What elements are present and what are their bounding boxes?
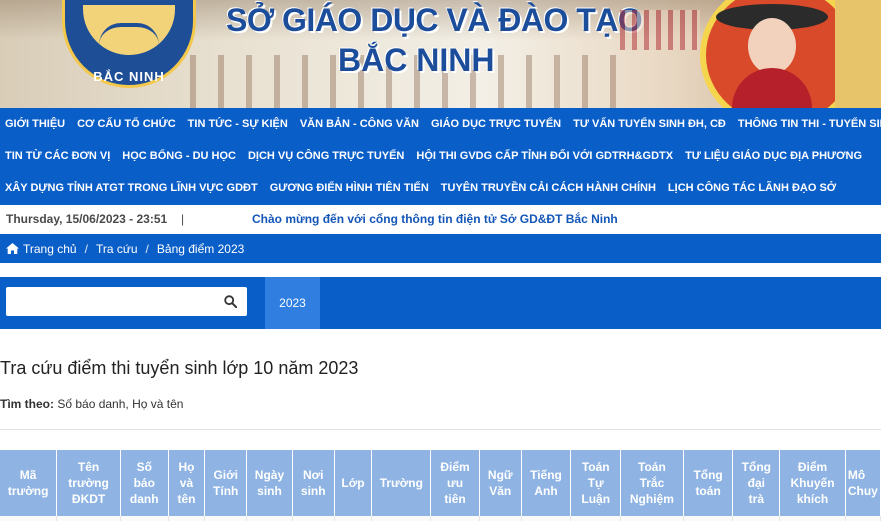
col-header-gioi-tinh[interactable]: Giới Tính xyxy=(204,450,248,516)
table-row xyxy=(0,516,881,521)
banner-photo xyxy=(620,0,881,108)
col-header-diem-khuyen-khich[interactable]: Điểm Khuyến khích xyxy=(779,450,846,516)
nav-item-tuyen-truyen-cchc[interactable]: TUYÊN TRUYỀN CẢI CÁCH HÀNH CHÍNH xyxy=(436,182,663,194)
col-header-truong[interactable]: Trường xyxy=(371,450,432,516)
table-header-row: Mã trường Tên trường ĐKDT Số báo danh Họ và tên… xyxy=(0,450,881,516)
col-header-ten-truong[interactable]: Tên trường ĐKDT xyxy=(56,450,121,516)
search-input[interactable] xyxy=(6,287,216,316)
nav-item-lich-cong-tac[interactable]: LỊCH CÔNG TÁC LÃNH ĐẠO SỞ xyxy=(663,182,843,194)
search-by-value: Số báo danh, Họ và tên xyxy=(54,397,184,411)
search-bar: 2023 xyxy=(0,277,881,329)
nav-row-3: XÂY DỰNG TỈNH ATGT TRONG LĨNH VỰC GDĐT G… xyxy=(0,172,843,204)
breadcrumb-current: Bảng điểm 2023 xyxy=(156,241,245,256)
site-banner: BẮC NINH SỞ GIÁO DỤC VÀ ĐÀO TẠO BẮC NINH xyxy=(0,0,881,108)
nav-item-hoi-thi-gvdg[interactable]: HỘI THI GVDG CẤP TỈNH ĐỐI VỚI GDTRH&GDTX xyxy=(411,150,680,162)
ticker-separator: | xyxy=(181,212,185,226)
tab-year-2023[interactable]: 2023 xyxy=(265,277,320,329)
nav-row-1: GIỚI THIỆU CƠ CẤU TỔ CHỨC TIN TỨC - SỰ K… xyxy=(0,108,881,140)
nav-item-tin-tuc-su-kien[interactable]: TIN TỨC - SỰ KIỆN xyxy=(183,118,295,130)
nav-item-giao-duc-truc-tuyen[interactable]: GIÁO DỤC TRỰC TUYẾN xyxy=(426,118,568,130)
col-header-lop[interactable]: Lớp xyxy=(334,450,373,516)
col-header-ma-truong[interactable]: Mã trường xyxy=(0,450,58,516)
main-navigation: GIỚI THIỆU CƠ CẤU TỔ CHỨC TIN TỨC - SỰ K… xyxy=(0,108,881,205)
search-by-label: Tìm theo: xyxy=(0,397,54,411)
col-header-so-bao-danh[interactable]: Số báo danh xyxy=(120,450,169,516)
divider xyxy=(0,429,881,430)
nav-item-tu-van-tuyen-sinh[interactable]: TƯ VẤN TUYỂN SINH ĐH, CĐ xyxy=(568,118,733,130)
banner-title-line1: SỞ GIÁO DỤC VÀ ĐÀO TẠO xyxy=(226,2,643,38)
nav-item-gioi-thieu[interactable]: GIỚI THIỆU xyxy=(0,118,72,130)
nav-item-co-cau-to-chuc[interactable]: CƠ CẤU TỔ CHỨC xyxy=(72,118,183,130)
banner-photo-face xyxy=(748,18,796,74)
col-header-tong-dai-tra[interactable]: Tổng đại trà xyxy=(732,450,781,516)
page-title: Tra cứu điểm thi tuyển sinh lớp 10 năm 2… xyxy=(0,358,359,378)
banner-title-line2: BẮC NINH xyxy=(338,42,495,78)
nav-item-guong-dien-hinh[interactable]: GƯƠNG ĐIỂN HÌNH TIÊN TIẾN xyxy=(265,182,436,194)
nav-item-van-ban-cong-van[interactable]: VĂN BẢN - CÔNG VĂN xyxy=(295,118,426,130)
nav-item-xay-dung-tinh-atgt[interactable]: XÂY DỰNG TỈNH ATGT TRONG LĨNH VỰC GDĐT xyxy=(0,182,265,194)
nav-item-tu-lieu-giao-duc[interactable]: TƯ LIỆU GIÁO DỤC ĐỊA PHƯƠNG xyxy=(680,150,869,162)
results-table: Mã trường Tên trường ĐKDT Số báo danh Họ và tên… xyxy=(0,450,881,521)
banner-crowd-decoration xyxy=(620,10,700,50)
nav-row-2: TIN TỪ CÁC ĐƠN VỊ HỌC BỔNG - DU HỌC DỊCH… xyxy=(0,140,869,172)
col-header-mon-chuyen[interactable]: Mô Chuy xyxy=(845,450,881,516)
col-header-ngay-sinh[interactable]: Ngày sinh xyxy=(246,450,293,516)
search-box xyxy=(6,287,247,316)
col-header-toan-tu-luan[interactable]: Toán Tự Luận xyxy=(570,450,622,516)
banner-painting-decoration xyxy=(835,0,881,108)
nav-item-tin-tu-cac-don-vi[interactable]: TIN TỪ CÁC ĐƠN VỊ xyxy=(0,150,117,162)
results-table-container: Mã trường Tên trường ĐKDT Số báo danh Họ và tên… xyxy=(0,450,881,521)
col-header-tieng-anh[interactable]: Tiếng Anh xyxy=(521,450,572,516)
col-header-noi-sinh[interactable]: Nơi sinh xyxy=(292,450,335,516)
col-header-diem-uu-tien[interactable]: Điểm ưu tiên xyxy=(430,450,480,516)
breadcrumb: Trang chủ / Tra cứu / Bảng điểm 2023 xyxy=(0,234,881,263)
breadcrumb-separator: / xyxy=(84,241,88,256)
nav-item-hoc-bong-du-hoc[interactable]: HỌC BỔNG - DU HỌC xyxy=(117,150,243,162)
nav-item-dich-vu-cong[interactable]: DỊCH VỤ CÔNG TRỰC TUYẾN xyxy=(243,150,411,162)
logo-book-icon xyxy=(99,23,159,45)
breadcrumb-separator: / xyxy=(145,241,149,256)
breadcrumb-lookup[interactable]: Tra cứu xyxy=(96,242,138,256)
col-header-ho-va-ten[interactable]: Họ và tên xyxy=(168,450,206,516)
home-icon[interactable] xyxy=(6,243,19,254)
current-date: Thursday, 15/06/2023 - 23:51 xyxy=(6,212,168,226)
col-header-tong-toan[interactable]: Tổng toán xyxy=(683,450,734,516)
logo-text: BẮC NINH xyxy=(93,69,165,84)
col-header-toan-trac-nghiem[interactable]: Toán Trắc Nghiệm xyxy=(620,450,684,516)
info-ticker: Thursday, 15/06/2023 - 23:51 | Chào mừng… xyxy=(0,205,881,233)
ticker-message: Chào mừng đến với cổng thông tin điện tử… xyxy=(252,212,618,226)
search-icon[interactable] xyxy=(224,295,237,308)
col-header-ngu-van[interactable]: Ngữ Văn xyxy=(479,450,522,516)
search-by-hint: Tìm theo: Số báo danh, Họ và tên xyxy=(0,397,183,411)
breadcrumb-home[interactable]: Trang chủ xyxy=(23,242,77,256)
nav-item-thong-tin-thi[interactable]: THÔNG TIN THI - TUYỂN SINH xyxy=(733,118,881,130)
